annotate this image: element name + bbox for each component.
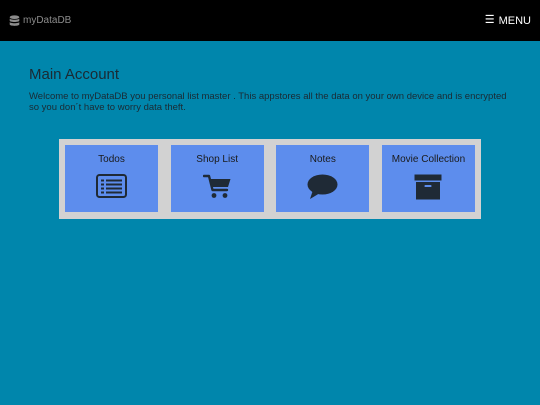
- page-title: Main Account: [29, 66, 120, 83]
- hamburger-icon: ☰: [484, 14, 495, 26]
- tile-shop-list[interactable]: Shop List: [170, 145, 264, 212]
- shopping-cart-icon: [202, 174, 231, 198]
- brand-link[interactable]: myDataDB: [9, 14, 72, 27]
- welcome-text: Welcome to myDataDB you personal list ma…: [29, 91, 507, 113]
- top-navbar: myDataDB ☰ MENU: [0, 0, 540, 41]
- brand-name: myDataDB: [23, 15, 72, 26]
- tile-label: Notes: [309, 154, 336, 165]
- menu-label: MENU: [498, 14, 531, 27]
- list-icon: [96, 174, 127, 198]
- database-icon: [9, 14, 20, 26]
- main-content: Main Account Welcome to myDataDB you per…: [29, 66, 511, 113]
- archive-box-icon: [414, 174, 442, 200]
- tile-movie-collection[interactable]: Movie Collection: [381, 145, 475, 212]
- speech-bubble-icon: [307, 174, 338, 199]
- tile-label: Todos: [98, 154, 125, 165]
- app-tile-panel: Todos Shop List Notes Movie Collection: [59, 139, 481, 219]
- tile-notes[interactable]: Notes: [276, 145, 370, 212]
- tile-todos[interactable]: Todos: [65, 145, 158, 212]
- tile-label: Shop List: [196, 154, 238, 165]
- tile-label: Movie Collection: [391, 154, 466, 165]
- menu-button[interactable]: ☰ MENU: [485, 15, 531, 27]
